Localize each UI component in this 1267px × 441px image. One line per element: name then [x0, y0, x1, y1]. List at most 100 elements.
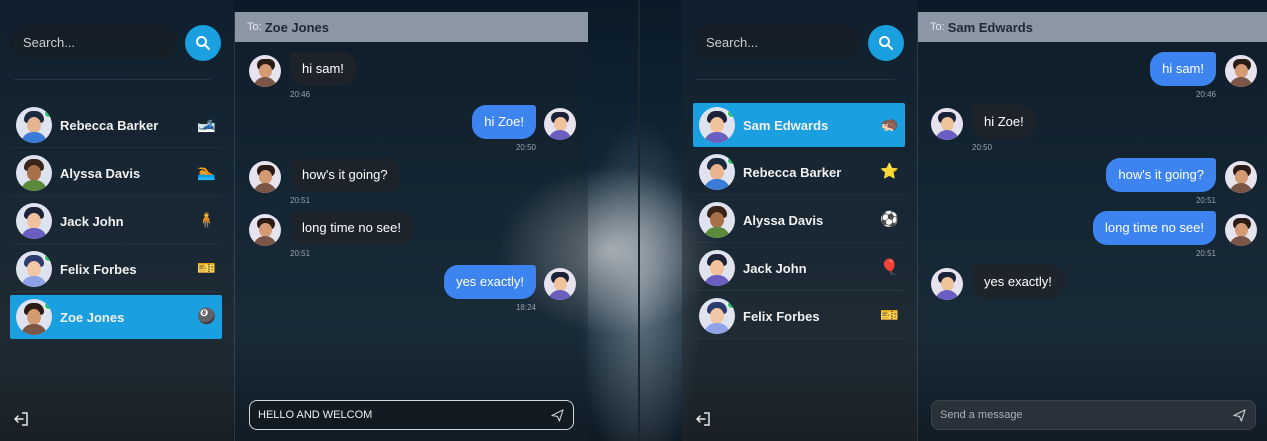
message-composer[interactable] [931, 400, 1256, 430]
search-icon [196, 36, 210, 50]
contact-name: Rebecca Barker [743, 164, 842, 180]
online-indicator [727, 109, 735, 118]
chat-header: To: Zoe Jones [235, 12, 588, 42]
contact-list: Sam Edwards 🦔 Rebecca Barker ⭐ Alyssa Da… [693, 103, 905, 342]
chat-panel: To: Zoe Jones hi sam! 20:46 hi Zoe! 20:5… [234, 12, 588, 441]
search-field[interactable] [693, 25, 860, 60]
contact-list: Rebecca Barker 🎿 Alyssa Davis 🏊 Jack Joh… [10, 103, 222, 342]
sidebar: Sam Edwards 🦔 Rebecca Barker ⭐ Alyssa Da… [682, 0, 917, 441]
message-bubble-incoming: how's it going? [290, 158, 400, 192]
contact-badge-icon: ⚽ [880, 211, 899, 228]
message-time: 20:51 [1195, 249, 1216, 258]
recipient-name: Zoe Jones [264, 19, 329, 35]
send-icon[interactable] [1233, 409, 1246, 422]
message-time: 20:46 [1195, 90, 1216, 99]
message-time: 20:51 [1195, 196, 1216, 205]
send-icon[interactable] [551, 409, 564, 422]
message-time: 20:50 [515, 143, 536, 152]
recipient-name: Sam Edwards [947, 19, 1033, 35]
contact-name: Zoe Jones [60, 309, 125, 325]
window-divider [638, 0, 640, 441]
sender-avatar [1225, 161, 1257, 193]
contact-item[interactable]: Alyssa Davis ⚽ [693, 198, 905, 243]
chat-app-right: Sam Edwards 🦔 Rebecca Barker ⭐ Alyssa Da… [682, 0, 1267, 441]
contact-item-active[interactable]: Sam Edwards 🦔 [693, 103, 905, 147]
avatar [699, 107, 735, 143]
contact-item[interactable]: Felix Forbes 🎫 [10, 247, 222, 292]
sender-avatar [249, 214, 281, 246]
contact-name: Felix Forbes [60, 261, 137, 277]
chat-panel: To: Sam Edwards hi sam! 20:46 hi Zoe! 20… [917, 12, 1267, 441]
online-indicator [44, 109, 52, 118]
avatar [16, 155, 52, 191]
logout-icon[interactable] [695, 411, 711, 427]
contact-item[interactable]: Alyssa Davis 🏊 [10, 151, 222, 196]
contact-badge-icon: 🧍 [197, 212, 216, 229]
search-field[interactable] [10, 25, 177, 60]
contact-item[interactable]: Jack John 🎈 [693, 246, 905, 291]
message-time: 20:50 [972, 143, 993, 152]
search-input[interactable] [693, 25, 860, 60]
message-bubble-outgoing: hi Zoe! [472, 105, 536, 139]
to-label: To: [930, 21, 945, 33]
contact-name: Sam Edwards [743, 117, 829, 133]
contact-item[interactable]: Rebecca Barker ⭐ [693, 150, 905, 195]
message-input[interactable] [932, 401, 1238, 429]
avatar [16, 107, 52, 143]
to-label: To: [247, 21, 262, 33]
contact-badge-icon: 🎱 [197, 308, 216, 325]
search-button[interactable] [868, 25, 904, 61]
contact-name: Alyssa Davis [60, 165, 141, 181]
avatar [699, 298, 735, 334]
message-bubble-outgoing: how's it going? [1106, 158, 1216, 192]
contact-name: Jack John [743, 260, 807, 276]
search-button[interactable] [185, 25, 221, 61]
sidebar: Rebecca Barker 🎿 Alyssa Davis 🏊 Jack Joh… [0, 0, 233, 441]
contact-badge-icon: 🎫 [197, 260, 216, 277]
avatar [699, 202, 735, 238]
message-composer[interactable] [249, 400, 574, 430]
message-bubble-incoming: long time no see! [290, 211, 414, 245]
contact-item-active[interactable]: Zoe Jones 🎱 [10, 295, 222, 339]
logout-icon[interactable] [13, 411, 29, 427]
message-bubble-outgoing: hi sam! [1150, 52, 1216, 86]
contact-name: Alyssa Davis [743, 212, 824, 228]
contact-name: Rebecca Barker [60, 117, 159, 133]
message-bubble-incoming: hi Zoe! [972, 105, 1036, 139]
sender-avatar [249, 161, 281, 193]
avatar [16, 251, 52, 287]
contact-badge-icon: ⭐ [880, 163, 899, 180]
contact-badge-icon: 🦔 [880, 116, 899, 133]
sender-avatar [1225, 55, 1257, 87]
contact-badge-icon: 🎈 [880, 259, 899, 276]
message-bubble-incoming: yes exactly! [972, 265, 1064, 299]
message-bubble-outgoing: long time no see! [1092, 211, 1216, 245]
search-input[interactable] [10, 25, 177, 60]
search-icon [879, 36, 893, 50]
message-time: 20:46 [290, 90, 311, 99]
sender-avatar [931, 108, 963, 140]
avatar [16, 203, 52, 239]
chat-app-left: Rebecca Barker 🎿 Alyssa Davis 🏊 Jack Joh… [0, 0, 588, 441]
avatar [16, 299, 52, 335]
contact-name: Jack John [60, 213, 124, 229]
contact-item[interactable]: Jack John 🧍 [10, 199, 222, 244]
message-time: 20:51 [290, 249, 311, 258]
online-indicator [44, 301, 52, 310]
message-time: 20:51 [290, 196, 311, 205]
message-time: 18:24 [515, 303, 536, 312]
contact-item[interactable]: Rebecca Barker 🎿 [10, 103, 222, 148]
sender-avatar [544, 268, 576, 300]
online-indicator [727, 156, 735, 165]
avatar [699, 154, 735, 190]
contact-badge-icon: 🎫 [880, 307, 899, 324]
contact-item[interactable]: Felix Forbes 🎫 [693, 294, 905, 339]
contact-badge-icon: 🎿 [197, 116, 216, 133]
online-indicator [44, 253, 52, 262]
sender-avatar [544, 108, 576, 140]
sender-avatar [1225, 214, 1257, 246]
avatar [699, 250, 735, 286]
message-input[interactable] [250, 401, 556, 429]
contact-badge-icon: 🏊 [197, 164, 216, 181]
sender-avatar [931, 268, 963, 300]
